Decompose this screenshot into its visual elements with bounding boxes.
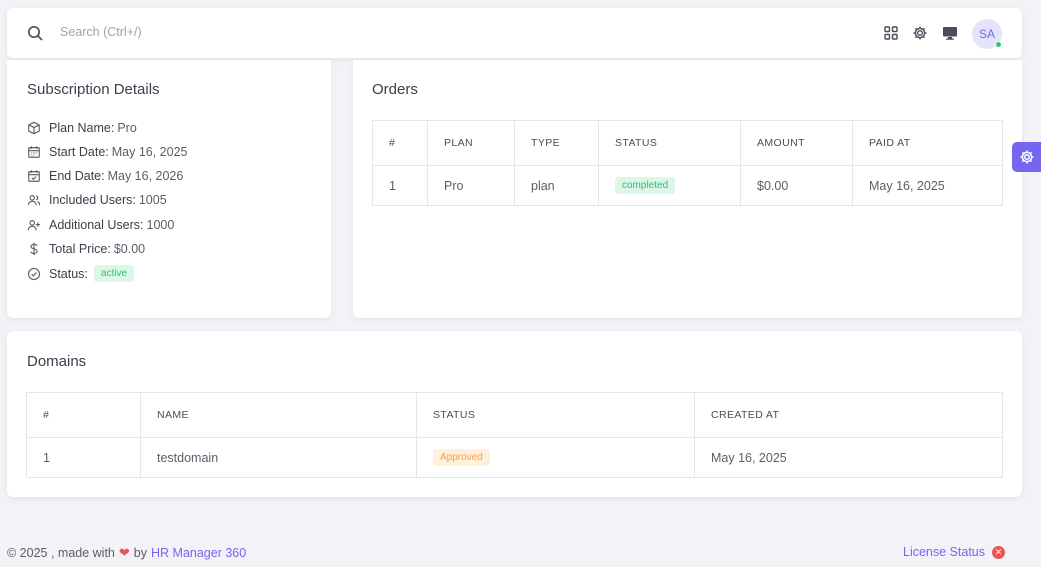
customizer-toggle-button[interactable]	[1012, 142, 1041, 172]
domains-col-name: NAME	[140, 392, 417, 438]
domain-num: 1	[26, 437, 141, 478]
orders-table-header: # PLAN TYPE STATUS AMOUNT PAID AT	[372, 120, 1003, 166]
status-row: Status: active	[27, 265, 135, 282]
settings-gear-icon	[1020, 150, 1033, 164]
additional-users-label: Additional Users:	[49, 218, 144, 232]
end-date-row: End Date: May 16, 2026	[27, 169, 183, 183]
calendar-check-icon	[28, 170, 40, 182]
dollar-icon	[30, 242, 38, 256]
user-plus-icon	[27, 220, 41, 231]
orders-card: Orders # PLAN TYPE STATUS AMOUNT PAID AT…	[353, 60, 1022, 318]
orders-col-paid-at: PAID AT	[852, 120, 1003, 166]
start-date-value: May 16, 2025	[111, 145, 188, 159]
domains-col-status: STATUS	[416, 392, 695, 438]
domains-title: Domains	[27, 353, 87, 370]
domains-col-num: #	[26, 392, 141, 438]
orders-col-num: #	[372, 120, 428, 166]
plan-name-label: Plan Name:	[49, 121, 115, 135]
monitor-icon[interactable]	[942, 25, 958, 41]
total-price-value: $0.00	[113, 242, 146, 256]
license-status[interactable]: License Status ✕	[903, 545, 1005, 559]
end-date-value: May 16, 2026	[107, 169, 184, 183]
orders-table: # PLAN TYPE STATUS AMOUNT PAID AT 1 Pro …	[372, 120, 1003, 206]
start-date-row: Start Date: May 16, 2025	[27, 145, 188, 159]
orders-col-plan: PLAN	[427, 120, 515, 166]
heart-icon: ❤	[118, 545, 130, 560]
settings-gear-icon[interactable]	[912, 25, 928, 41]
search-input[interactable]: Search (Ctrl+/)	[60, 25, 142, 39]
total-price-row: Total Price: $0.00	[27, 242, 145, 256]
table-row: 1 testdomain Approved May 16, 2025	[26, 437, 1003, 478]
order-status-badge: completed	[615, 177, 676, 194]
apps-grid-icon[interactable]	[883, 25, 899, 41]
copyright-text: © 2025 , made with	[7, 546, 115, 560]
status-label: Status:	[49, 266, 88, 281]
order-num: 1	[372, 165, 428, 206]
order-amount: $0.00	[740, 165, 853, 206]
domains-table-header: # NAME STATUS CREATED AT	[26, 392, 1003, 438]
by-text: by	[133, 546, 147, 560]
brand-link[interactable]: HR Manager 360	[151, 546, 246, 560]
subscription-title: Subscription Details	[27, 81, 160, 98]
avatar-initials: SA	[978, 27, 995, 41]
order-type: plan	[514, 165, 599, 206]
online-status-dot	[995, 41, 1002, 48]
calendar-icon	[28, 146, 40, 158]
end-date-label: End Date:	[49, 169, 105, 183]
included-users-value: 1005	[138, 193, 167, 207]
orders-col-type: TYPE	[514, 120, 599, 166]
domain-status-cell: Approved	[416, 437, 695, 478]
domains-table: # NAME STATUS CREATED AT 1 testdomain Ap…	[26, 392, 1003, 478]
subscription-details-card: Subscription Details Plan Name: Pro Star…	[7, 60, 331, 318]
order-status-cell: completed	[598, 165, 741, 206]
additional-users-value: 1000	[146, 218, 175, 232]
included-users-label: Included Users:	[49, 193, 136, 207]
search-icon[interactable]	[27, 25, 43, 41]
package-icon	[28, 121, 40, 135]
domains-col-created-at: CREATED AT	[694, 392, 1003, 438]
subscription-status-badge: active	[93, 265, 135, 282]
users-icon	[27, 195, 41, 206]
order-paid-at: May 16, 2025	[852, 165, 1003, 206]
order-plan: Pro	[427, 165, 515, 206]
close-circle-icon: ✕	[992, 545, 1005, 559]
domain-status-badge: Approved	[433, 449, 490, 466]
domain-name: testdomain	[140, 437, 417, 478]
domains-card: Domains # NAME STATUS CREATED AT 1 testd…	[7, 331, 1022, 497]
check-circle-icon	[27, 267, 41, 280]
included-users-row: Included Users: 1005	[27, 193, 167, 207]
plan-name-value: Pro	[117, 121, 137, 135]
orders-title: Orders	[372, 81, 418, 98]
orders-col-amount: AMOUNT	[740, 120, 853, 166]
orders-col-status: STATUS	[598, 120, 741, 166]
plan-name-row: Plan Name: Pro	[27, 121, 137, 135]
additional-users-row: Additional Users: 1000	[27, 218, 174, 232]
table-row: 1 Pro plan completed $0.00 May 16, 2025	[372, 165, 1003, 206]
footer-copyright: © 2025 , made with ❤ by HR Manager 360	[7, 545, 246, 561]
top-navbar: Search (Ctrl+/) SA	[7, 8, 1022, 58]
domain-created-at: May 16, 2025	[694, 437, 1003, 478]
total-price-label: Total Price:	[49, 242, 111, 256]
start-date-label: Start Date:	[49, 145, 109, 159]
license-status-link[interactable]: License Status	[903, 545, 985, 559]
user-avatar[interactable]: SA	[972, 19, 1002, 49]
